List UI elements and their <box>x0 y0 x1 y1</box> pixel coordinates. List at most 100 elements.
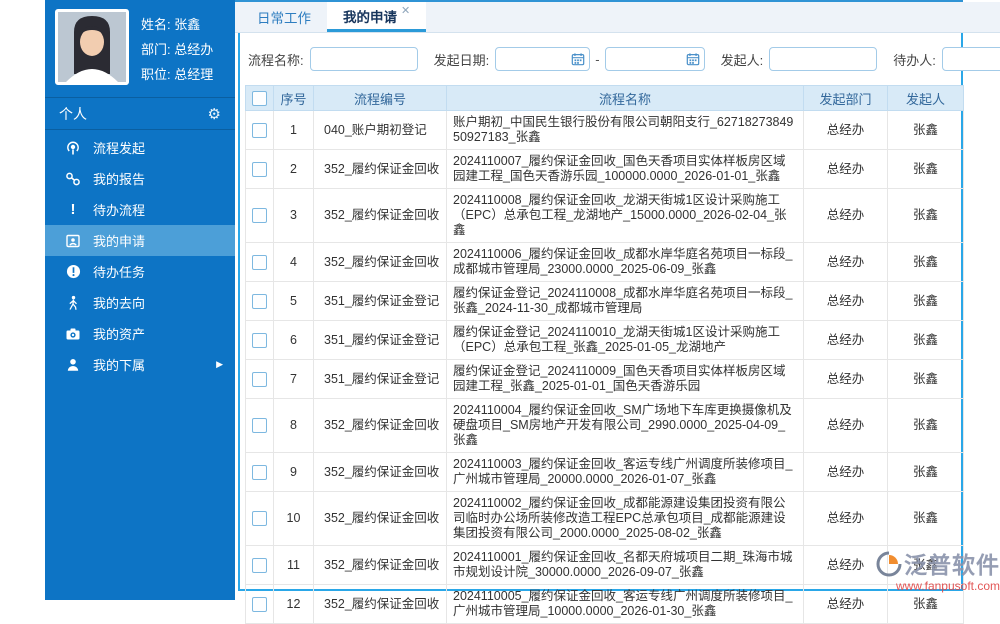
row-checkbox[interactable] <box>252 596 267 612</box>
cell-dept: 总经办 <box>803 320 888 360</box>
row-checkbox[interactable] <box>252 208 267 224</box>
table-row[interactable]: 7 351_履约保证金登记 履约保证金登记_2024110009_国色天香项目实… <box>245 359 964 399</box>
fanpu-logo-icon <box>876 551 902 579</box>
cell-starter: 张鑫 <box>887 398 964 453</box>
camera-icon <box>61 326 85 342</box>
sidebar-item-my-subordinates[interactable]: 我的下属 ▶ <box>45 349 235 380</box>
col-dept: 发起部门 <box>803 85 888 111</box>
table-row[interactable]: 5 351_履约保证金登记 履约保证金登记_2024110008_成都水岸华庭名… <box>245 281 964 321</box>
cell-starter: 张鑫 <box>887 110 964 150</box>
link-icon <box>61 171 85 187</box>
cell-code: 040_账户期初登记 <box>313 110 447 150</box>
sidebar-item-my-assets[interactable]: 我的资产 <box>45 318 235 349</box>
cell-starter: 张鑫 <box>887 242 964 282</box>
cell-name: 2024110007_履约保证金回收_国色天香项目实体样板房区域园建工程_国色天… <box>446 149 804 189</box>
table-row[interactable]: 8 352_履约保证金回收 2024110004_履约保证金回收_SM广场地下车… <box>245 398 964 453</box>
table-row[interactable]: 9 352_履约保证金回收 2024110003_履约保证金回收_客运专线广州调… <box>245 452 964 492</box>
table-row[interactable]: 2 352_履约保证金回收 2024110007_履约保证金回收_国色天香项目实… <box>245 149 964 189</box>
cell-seq: 12 <box>273 584 314 624</box>
cell-seq: 1 <box>273 110 314 150</box>
watermark-url: www.fanpusoft.com <box>895 579 1000 593</box>
row-checkbox[interactable] <box>252 254 267 270</box>
cell-seq: 2 <box>273 149 314 189</box>
starter-input[interactable] <box>769 47 878 71</box>
sidebar-item-pending-tasks[interactable]: 待办任务 <box>45 256 235 287</box>
avatar <box>55 9 129 85</box>
row-checkbox[interactable] <box>252 464 267 480</box>
select-all-checkbox[interactable] <box>252 91 267 107</box>
avatar-portrait <box>58 12 126 82</box>
gear-icon[interactable]: ⚙ <box>208 105 221 123</box>
table-row[interactable]: 12 352_履约保证金回收 2024110005_履约保证金回收_客运专线广州… <box>245 584 964 624</box>
cell-dept: 总经办 <box>803 281 888 321</box>
id-card-icon <box>61 233 85 249</box>
profile-card: 姓名: 张鑫 部门: 总经办 职位: 总经理 <box>45 0 235 98</box>
assignee-input[interactable] <box>941 47 1000 71</box>
row-checkbox[interactable] <box>252 511 267 527</box>
table-row[interactable]: 4 352_履约保证金回收 2024110006_履约保证金回收_成都水岸华庭名… <box>245 242 964 282</box>
tab-daily-work[interactable]: 日常工作 <box>241 2 327 32</box>
cell-code: 351_履约保证金登记 <box>313 281 447 321</box>
close-icon[interactable]: ✕ <box>401 4 410 17</box>
row-checkbox[interactable] <box>252 293 267 309</box>
process-table-wrap: 序号 流程编号 流程名称 发起部门 发起人 1 040_账户期初登记 账户期初_… <box>245 85 964 624</box>
sidebar-item-my-applications[interactable]: 我的申请 <box>45 225 235 256</box>
cell-code: 352_履约保证金回收 <box>313 149 447 189</box>
cell-dept: 总经办 <box>803 452 888 492</box>
cell-seq: 6 <box>273 320 314 360</box>
table-row[interactable]: 11 352_履约保证金回收 2024110001_履约保证金回收_名都天府城项… <box>245 545 964 585</box>
sidebar-item-label: 我的去向 <box>93 296 146 311</box>
cell-dept: 总经办 <box>803 398 888 453</box>
alert-circle-icon <box>61 264 85 279</box>
chevron-right-icon: ▶ <box>216 359 223 369</box>
calendar-icon[interactable] <box>571 52 585 69</box>
date-range-separator: - <box>595 51 600 67</box>
exclamation-icon: ! <box>70 200 76 218</box>
cell-code: 352_履约保证金回收 <box>313 452 447 492</box>
sidebar-item-label: 待办任务 <box>93 265 146 280</box>
cell-code: 352_履约保证金回收 <box>313 584 447 624</box>
cell-name: 2024110003_履约保证金回收_客运专线广州调度所装修项目_广州城市管理局… <box>446 452 804 492</box>
cell-name: 2024110008_履约保证金回收_龙湖天街城1区设计采购施工（EPC）总承包… <box>446 188 804 243</box>
sidebar-item-process-start[interactable]: 流程发起 <box>45 132 235 163</box>
row-checkbox[interactable] <box>252 557 267 573</box>
assignee-label: 待办人: <box>893 52 936 68</box>
table-row[interactable]: 10 352_履约保证金回收 2024110002_履约保证金回收_成都能源建设… <box>245 491 964 546</box>
sidebar: 姓名: 张鑫 部门: 总经办 职位: 总经理 个人 ⚙ 流程发起 我的报告 ! … <box>45 0 235 600</box>
sidebar-item-pending-processes[interactable]: ! 待办流程 <box>45 194 235 225</box>
profile-position: 职位: 总经理 <box>141 67 214 82</box>
main-area: 日常工作 我的申请 ✕ 流程名称: 发起日期: - 发起人: 待办人: 序号 流… <box>235 0 1000 624</box>
table-row[interactable]: 1 040_账户期初登记 账户期初_中国民生银行股份有限公司朝阳支行_62718… <box>245 110 964 150</box>
calendar-icon[interactable] <box>686 52 700 69</box>
podcast-icon <box>61 140 85 156</box>
process-name-input[interactable] <box>309 47 418 71</box>
cell-seq: 10 <box>273 491 314 546</box>
row-checkbox[interactable] <box>252 371 267 387</box>
cell-name: 2024110005_履约保证金回收_客运专线广州调度所装修项目_广州城市管理局… <box>446 584 804 624</box>
cell-starter: 张鑫 <box>887 149 964 189</box>
table-row[interactable]: 6 351_履约保证金登记 履约保证金登记_2024110010_龙湖天街城1区… <box>245 320 964 360</box>
row-checkbox[interactable] <box>252 122 267 138</box>
cell-name: 2024110004_履约保证金回收_SM广场地下车库更换摄像机及硬盘项目_SM… <box>446 398 804 453</box>
sidebar-item-my-reports[interactable]: 我的报告 <box>45 163 235 194</box>
cell-name: 履约保证金登记_2024110008_成都水岸华庭名苑项目一标段_张鑫_2024… <box>446 281 804 321</box>
content-panel: 流程名称: 发起日期: - 发起人: 待办人: 序号 流程编号 流程名称 发起部… <box>238 33 1000 624</box>
row-checkbox[interactable] <box>252 161 267 177</box>
cell-name: 履约保证金登记_2024110009_国色天香项目实体样板房区域园建工程_张鑫_… <box>446 359 804 399</box>
row-checkbox[interactable] <box>252 418 267 434</box>
sidebar-item-label: 我的资产 <box>93 327 146 342</box>
cell-dept: 总经办 <box>803 110 888 150</box>
tab-label: 我的申请 <box>343 9 397 25</box>
table-row[interactable]: 3 352_履约保证金回收 2024110008_履约保证金回收_龙湖天街城1区… <box>245 188 964 243</box>
cell-seq: 7 <box>273 359 314 399</box>
sidebar-item-label: 我的下属 <box>93 358 146 373</box>
cell-dept: 总经办 <box>803 584 888 624</box>
cell-starter: 张鑫 <box>887 188 964 243</box>
cell-seq: 5 <box>273 281 314 321</box>
tab-my-applications[interactable]: 我的申请 ✕ <box>327 2 427 32</box>
row-checkbox[interactable] <box>252 332 267 348</box>
sidebar-item-my-whereabouts[interactable]: 我的去向 <box>45 287 235 318</box>
sidebar-section-personal[interactable]: 个人 ⚙ <box>45 98 235 130</box>
watermark-brand: 泛普软件 <box>904 551 1000 578</box>
user-icon <box>61 357 85 373</box>
